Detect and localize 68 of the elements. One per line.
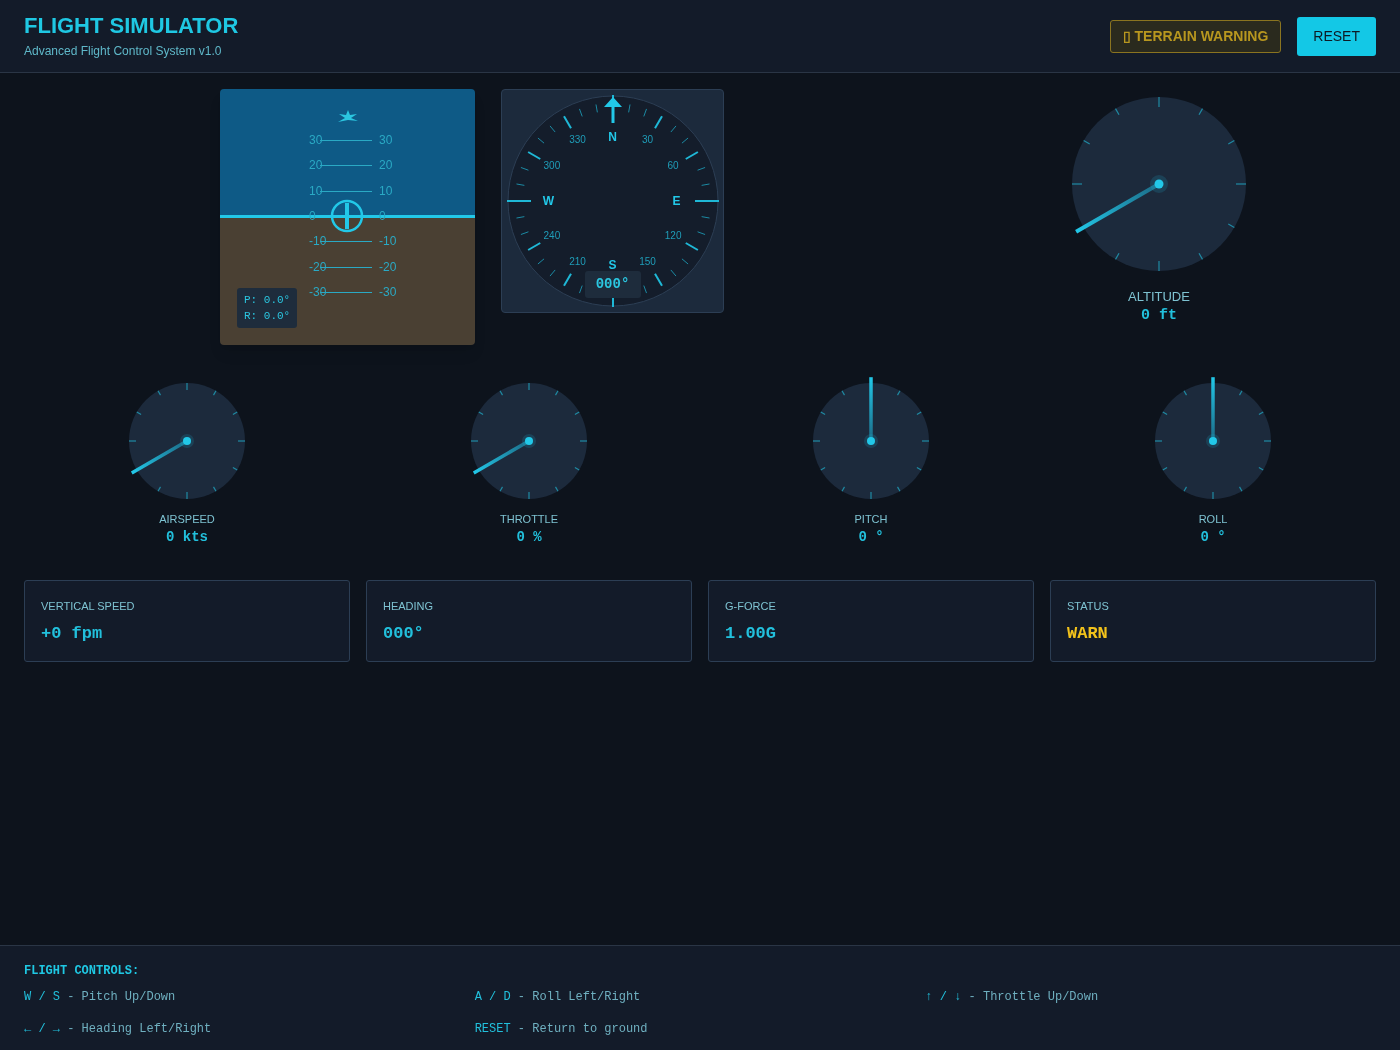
- heading-pointer-icon: [602, 96, 623, 124]
- readout-value: WARN: [1067, 622, 1109, 645]
- app-title: FLIGHT SIMULATOR: [24, 12, 239, 40]
- control-hint: RESET - Return to ground: [474, 1021, 649, 1038]
- compass-letter: S: [607, 259, 618, 271]
- readout-label: VERTICAL SPEED: [41, 599, 136, 615]
- gauge-needle: [1206, 377, 1220, 448]
- gauge-label: AIRSPEED: [159, 513, 215, 527]
- gauge-value: 0 °: [1200, 528, 1226, 547]
- gauge-value: 0 kts: [166, 528, 208, 547]
- control-hint: A / D - Roll Left/Right: [474, 989, 642, 1006]
- attitude-readout: P: 0.0°: [244, 293, 291, 308]
- pitch-label: 10: [379, 184, 393, 197]
- controls-heading: FLIGHT CONTROLS:: [24, 963, 141, 980]
- compass-letter: N: [607, 131, 618, 143]
- compass-degree-label: 210: [568, 256, 587, 267]
- compass-degree-label: 120: [663, 231, 683, 241]
- control-hint: ↑ / ↓ - Throttle Up/Down: [925, 989, 1100, 1006]
- attitude-readout: R: 0.0°: [244, 309, 291, 324]
- gauge-needle: [864, 377, 878, 448]
- gauge-needle: [130, 434, 194, 475]
- gauge-value: 0 °: [858, 528, 884, 547]
- pitch-label: 30: [379, 134, 393, 146]
- gauge-value: 0 %: [516, 528, 542, 547]
- compass-letter: W: [541, 195, 556, 207]
- pitch-label: 30: [309, 134, 323, 146]
- pitch-label: 20: [379, 159, 393, 172]
- compass-degree-label: 300: [542, 161, 562, 171]
- pitch-label: 10: [309, 184, 323, 197]
- pitch-line: [320, 291, 372, 293]
- pitch-line: [320, 140, 372, 141]
- pitch-line: [320, 190, 372, 192]
- pitch-line: [320, 165, 372, 167]
- aircraft-reticle-icon: [330, 199, 364, 233]
- control-hint: W / S - Pitch Up/Down: [24, 989, 177, 1006]
- pitch-label: -10: [379, 235, 397, 248]
- gauge-label: ROLL: [1198, 513, 1228, 527]
- compass-degree-label: 240: [542, 231, 562, 241]
- pitch-label: 20: [309, 159, 323, 172]
- heading-readout: 000°: [584, 271, 641, 298]
- gauge-needle: [472, 434, 536, 475]
- compass-degree-label: 330: [568, 135, 587, 146]
- pitch-label: -30: [309, 285, 327, 298]
- app-subtitle: Advanced Flight Control System v1.0: [24, 42, 223, 60]
- gauge-label: THROTTLE: [499, 513, 559, 527]
- terrain-warning-badge: ▯ TERRAIN WARNING: [1109, 19, 1282, 53]
- readout-label: STATUS: [1067, 599, 1110, 615]
- compass-degree-label: 30: [640, 135, 655, 146]
- pitch-line: [320, 266, 372, 268]
- readout-label: HEADING: [383, 599, 435, 615]
- readout-value: +0 fpm: [41, 622, 104, 645]
- pitch-label: -30: [379, 285, 397, 298]
- pitch-label: 0: [379, 209, 386, 222]
- compass-degree-label: 60: [666, 161, 680, 171]
- reset-button[interactable]: RESET: [1297, 16, 1376, 56]
- compass-letter: E: [671, 195, 682, 207]
- gauge-value: 0 ft: [1141, 307, 1177, 326]
- pitch-label: 0: [309, 209, 316, 222]
- gauge-label: ALTITUDE: [1128, 289, 1190, 306]
- aircraft-icon: [337, 109, 359, 125]
- control-hint: ← / → - Heading Left/Right: [24, 1021, 213, 1038]
- readout-value: 1.00G: [725, 622, 777, 645]
- gauge-label: PITCH: [854, 513, 888, 527]
- readout-value: 000°: [383, 622, 425, 645]
- pitch-line: [320, 241, 372, 243]
- compass-degree-label: 150: [638, 256, 657, 267]
- pitch-label: -20: [379, 260, 397, 273]
- readout-label: G-FORCE: [725, 599, 777, 615]
